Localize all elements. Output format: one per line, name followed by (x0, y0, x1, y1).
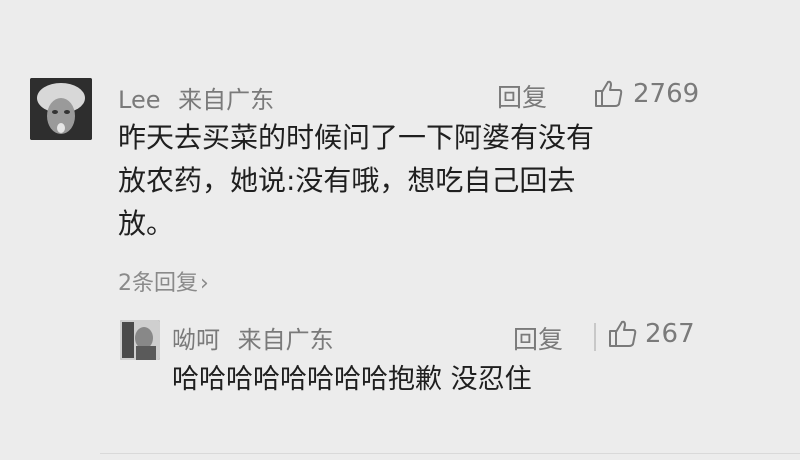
reply-reply-button[interactable]: 回复 (513, 320, 563, 356)
comment-body: 昨天去买菜的时候问了一下阿婆有没有 放农药，她说:没有哦，想吃自己回去 放。 (118, 116, 698, 245)
like-count: 2769 (633, 79, 700, 109)
chevron-right-icon: › (200, 271, 209, 296)
like-button[interactable]: 2769 (593, 78, 699, 110)
reply-button[interactable]: 回复 (497, 78, 547, 114)
reply-like-button[interactable]: 267 (607, 318, 695, 350)
comment-header: Lee 来自广东 (118, 80, 274, 115)
reply-like-count: 267 (645, 319, 695, 349)
comment-text-line: 放农药，她说:没有哦，想吃自己回去 (118, 164, 576, 197)
reply-avatar[interactable] (120, 320, 160, 360)
location-label: 来自广东 (178, 86, 275, 114)
view-replies-link[interactable]: 2条回复› (118, 265, 209, 297)
username[interactable]: Lee (118, 86, 160, 114)
action-divider (594, 323, 596, 351)
avatar[interactable] (30, 78, 92, 140)
reply-location-label: 来自广东 (237, 326, 334, 354)
thumbs-up-icon (607, 318, 639, 350)
divider-line (100, 453, 800, 454)
reply-body: 哈哈哈哈哈哈哈哈抱歉 没忍住 (172, 364, 532, 395)
thumbs-up-icon (593, 78, 625, 110)
reply-username[interactable]: 呦呵 (172, 326, 220, 354)
reply-header: 呦呵 来自广东 (172, 320, 334, 355)
view-replies-label: 2条回复 (118, 271, 198, 296)
comment-text-line: 放。 (118, 207, 175, 240)
comment-text-line: 昨天去买菜的时候问了一下阿婆有没有 (118, 121, 595, 154)
